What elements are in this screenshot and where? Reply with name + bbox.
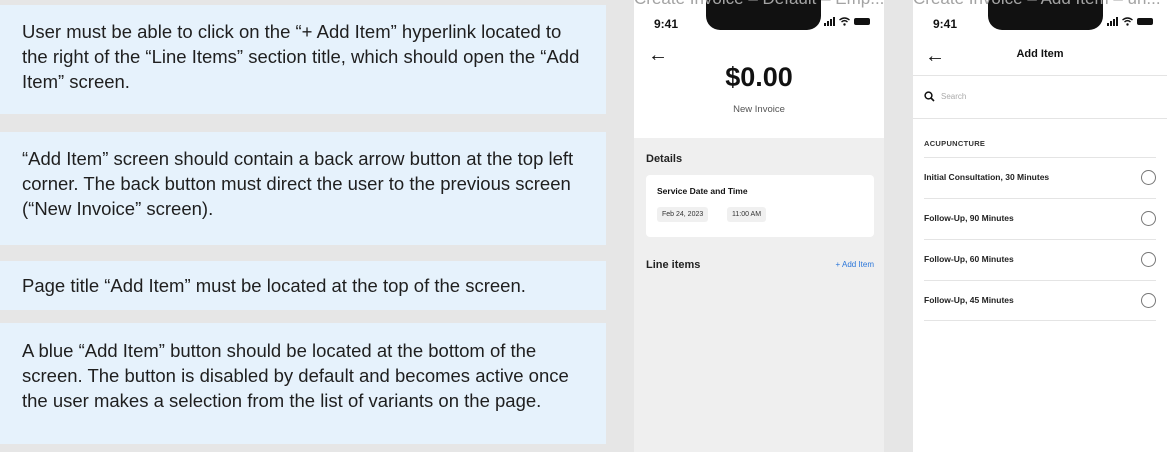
service-date-card: Service Date and Time Feb 24, 2023 11:00… xyxy=(646,175,874,237)
wifi-icon xyxy=(839,17,850,26)
requirement-text: A blue “Add Item” button should be locat… xyxy=(22,340,569,411)
requirement-card-add-item-button: A blue “Add Item” button should be locat… xyxy=(0,323,606,444)
frame-label-add-item: Create Invoice – Add Item – un... xyxy=(913,0,1167,9)
requirement-card-back-arrow: “Add Item” screen should contain a back … xyxy=(0,132,606,245)
radio-unchecked-icon[interactable] xyxy=(1141,293,1156,308)
header-divider xyxy=(913,75,1167,76)
date-chip[interactable]: Feb 24, 2023 xyxy=(657,207,709,222)
radio-unchecked-icon[interactable] xyxy=(1141,211,1156,226)
status-icons xyxy=(824,16,870,26)
search-field[interactable]: Search xyxy=(924,88,1156,104)
signal-icon xyxy=(1107,16,1118,26)
battery-icon xyxy=(854,18,870,25)
requirement-text: Page title “Add Item” must be located at… xyxy=(22,275,526,296)
radio-unchecked-icon[interactable] xyxy=(1141,170,1156,185)
requirement-card-page-title: Page title “Add Item” must be located at… xyxy=(0,261,606,310)
invoice-amount: $0.00 xyxy=(725,62,793,92)
search-placeholder: Search xyxy=(941,91,967,101)
list-item[interactable]: Follow-Up, 45 Minutes xyxy=(924,280,1156,321)
list-item-label: Follow-Up, 45 Minutes xyxy=(924,295,1014,305)
list-item-label: Initial Consultation, 30 Minutes xyxy=(924,172,1050,182)
time-chip[interactable]: 11:00 AM xyxy=(727,207,767,222)
list-item[interactable]: Follow-Up, 60 Minutes xyxy=(924,239,1156,280)
search-icon xyxy=(924,90,935,102)
new-invoice-screen: 9:41 ← $0.00 New Invoice Details Service… xyxy=(634,0,884,452)
list-item[interactable]: Initial Consultation, 30 Minutes xyxy=(924,157,1156,198)
status-time: 9:41 xyxy=(933,17,958,31)
search-divider xyxy=(913,118,1167,119)
invoice-subtitle: New Invoice xyxy=(733,104,785,115)
invoice-header: 9:41 ← $0.00 New Invoice xyxy=(634,0,884,138)
status-time: 9:41 xyxy=(654,17,679,31)
add-item-link[interactable]: + Add Item xyxy=(836,260,874,269)
service-list: Initial Consultation, 30 Minutes Follow-… xyxy=(924,157,1156,321)
signal-icon xyxy=(824,16,835,26)
requirement-text: “Add Item” screen should contain a back … xyxy=(22,148,574,219)
details-section-title: Details xyxy=(646,153,683,165)
frame-label-default: Create Invoice – Default – Emp... xyxy=(634,0,884,9)
page-title: Add Item xyxy=(1016,48,1064,60)
requirement-text: User must be able to click on the “+ Add… xyxy=(22,21,580,92)
add-item-screen: 9:41 ← Add Item Search ACUPUNCTURE Initi… xyxy=(913,0,1167,452)
line-items-section-title: Line items xyxy=(646,259,701,271)
category-heading: ACUPUNCTURE xyxy=(924,139,986,148)
list-item-label: Follow-Up, 90 Minutes xyxy=(924,213,1014,223)
wifi-icon xyxy=(1122,17,1133,26)
status-icons xyxy=(1107,16,1153,26)
list-item-label: Follow-Up, 60 Minutes xyxy=(924,254,1014,264)
requirement-card-add-item-link: User must be able to click on the “+ Add… xyxy=(0,5,606,114)
radio-unchecked-icon[interactable] xyxy=(1141,252,1156,267)
list-item[interactable]: Follow-Up, 90 Minutes xyxy=(924,198,1156,239)
service-date-label: Service Date and Time xyxy=(657,186,748,196)
battery-icon xyxy=(1137,18,1153,25)
